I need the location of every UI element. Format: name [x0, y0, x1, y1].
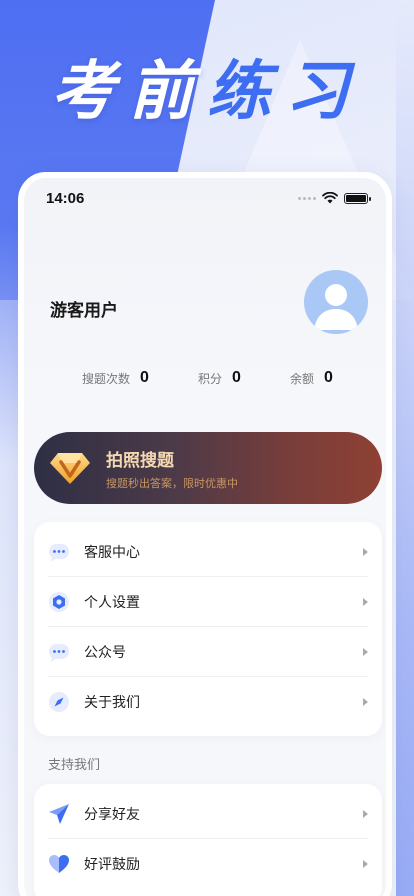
stat-value: 0	[232, 369, 241, 386]
menu-item-customer-service[interactable]: 客服中心	[48, 527, 368, 577]
compass-icon	[48, 691, 70, 713]
menu-item-label: 分享好友	[84, 806, 140, 823]
support-card: 分享好友 好评鼓励	[34, 784, 382, 896]
chevron-right-icon	[363, 698, 368, 706]
menu-item-rate-us[interactable]: 好评鼓励	[48, 839, 368, 889]
stat-value: 0	[140, 369, 149, 386]
banner-subtitle: 搜题秒出答案，限时优惠中	[106, 476, 238, 490]
wifi-icon	[322, 192, 338, 204]
banner-title: 拍照搜题	[106, 450, 174, 470]
menu-item-label: 好评鼓励	[84, 857, 140, 873]
stat-label: 余额	[290, 371, 315, 386]
phone-screen: 14:06 游客用户 搜题次数 0 积分 0 余额 0 拍照搜题 搜题秒出答案，…	[18, 172, 392, 896]
username[interactable]: 游客用户	[50, 296, 118, 321]
chevron-right-icon	[363, 647, 368, 656]
chevron-right-icon	[363, 597, 368, 606]
chevron-right-icon	[363, 809, 368, 818]
status-icons	[298, 192, 371, 204]
avatar-person-icon	[314, 284, 358, 330]
background-left-edge	[0, 230, 20, 896]
status-time: 14:06	[46, 189, 85, 207]
menu-item-about-us[interactable]: 关于我们	[48, 677, 368, 727]
menu-item-label: 关于我们	[84, 695, 140, 711]
background-right-edge	[396, 0, 414, 896]
signal-icon	[298, 196, 316, 200]
settings-icon	[48, 591, 70, 613]
chat-icon	[48, 641, 70, 663]
chevron-right-icon	[363, 860, 368, 868]
headline-part1: 考前	[51, 55, 207, 129]
menu-item-personal-settings[interactable]: 个人设置	[48, 577, 368, 627]
stats-row: 搜题次数 0 积分 0 余额 0	[24, 366, 386, 390]
status-bar: 14:06	[24, 186, 386, 210]
diamond-icon	[50, 453, 90, 484]
menu-item-label: 个人设置	[84, 594, 140, 611]
heart-icon	[48, 853, 70, 875]
stat-label: 搜题次数	[82, 371, 131, 386]
share-icon	[48, 803, 70, 825]
menu-item-label: 公众号	[84, 644, 126, 661]
stat-balance: 余额 0	[290, 369, 333, 387]
battery-icon	[344, 192, 371, 204]
promo-headline: 考前练习	[0, 40, 414, 132]
stat-points: 积分 0	[198, 369, 241, 387]
support-heading: 支持我们	[48, 758, 101, 773]
headline-part2: 练习	[207, 55, 363, 129]
avatar[interactable]	[304, 270, 368, 334]
chat-icon	[48, 541, 70, 563]
chevron-right-icon	[363, 547, 368, 556]
menu-item-official-account[interactable]: 公众号	[48, 627, 368, 677]
photo-search-banner[interactable]: 拍照搜题 搜题秒出答案，限时优惠中	[34, 432, 382, 504]
banner-text: 拍照搜题 搜题秒出答案，限时优惠中	[106, 446, 238, 491]
menu-item-share-friends[interactable]: 分享好友	[48, 789, 368, 839]
menu-item-label: 客服中心	[84, 544, 140, 561]
menu-card: 客服中心 个人设置 公众号 关于我们	[34, 522, 382, 736]
stat-label: 积分	[198, 371, 223, 386]
stat-value: 0	[324, 369, 333, 386]
stat-search-count: 搜题次数 0	[82, 369, 149, 387]
